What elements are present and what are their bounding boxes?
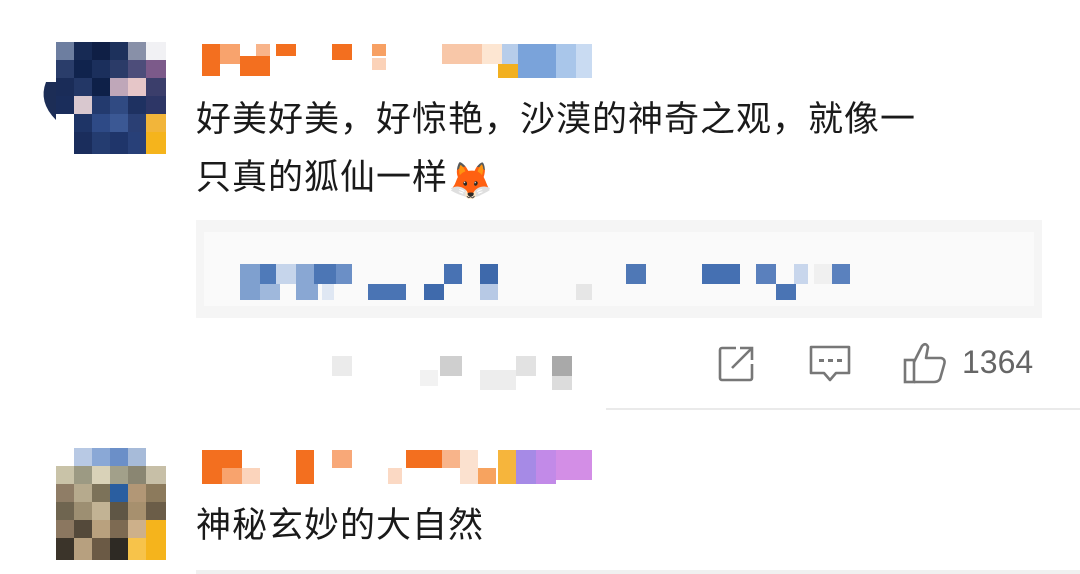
comment-text-line-2-text: 只真的狐仙一样 [196,158,449,198]
avatar[interactable] [38,42,166,154]
thumbs-up-icon[interactable] [900,338,950,388]
comment-icon[interactable] [806,342,854,386]
avatar[interactable] [56,448,166,560]
comment-action-bar: 1364 [0,330,1080,400]
reply-preview[interactable] [196,220,1042,318]
username-pixelation [202,450,592,484]
comment-text-line-2: 只真的狐仙一样🦊 [196,152,494,204]
username-pixelation [202,44,592,78]
like-count: 1364 [962,344,1034,380]
reply-box-edge [196,570,1080,574]
comment-text: 神秘玄妙的大自然 [196,506,485,546]
avatar-image [43,42,166,154]
comment-divider [606,408,1080,410]
username-mosaic[interactable] [202,40,594,80]
avatar-image [56,448,166,560]
timestamp-pixelation [332,356,572,390]
fox-emoji: 🦊 [448,161,494,202]
username-mosaic[interactable] [202,448,594,488]
share-icon[interactable] [714,342,758,386]
reply-pixelation [196,220,1042,318]
comment-text-line-1: 好美好美，好惊艳，沙漠的神奇之观，就像一 [196,100,917,140]
